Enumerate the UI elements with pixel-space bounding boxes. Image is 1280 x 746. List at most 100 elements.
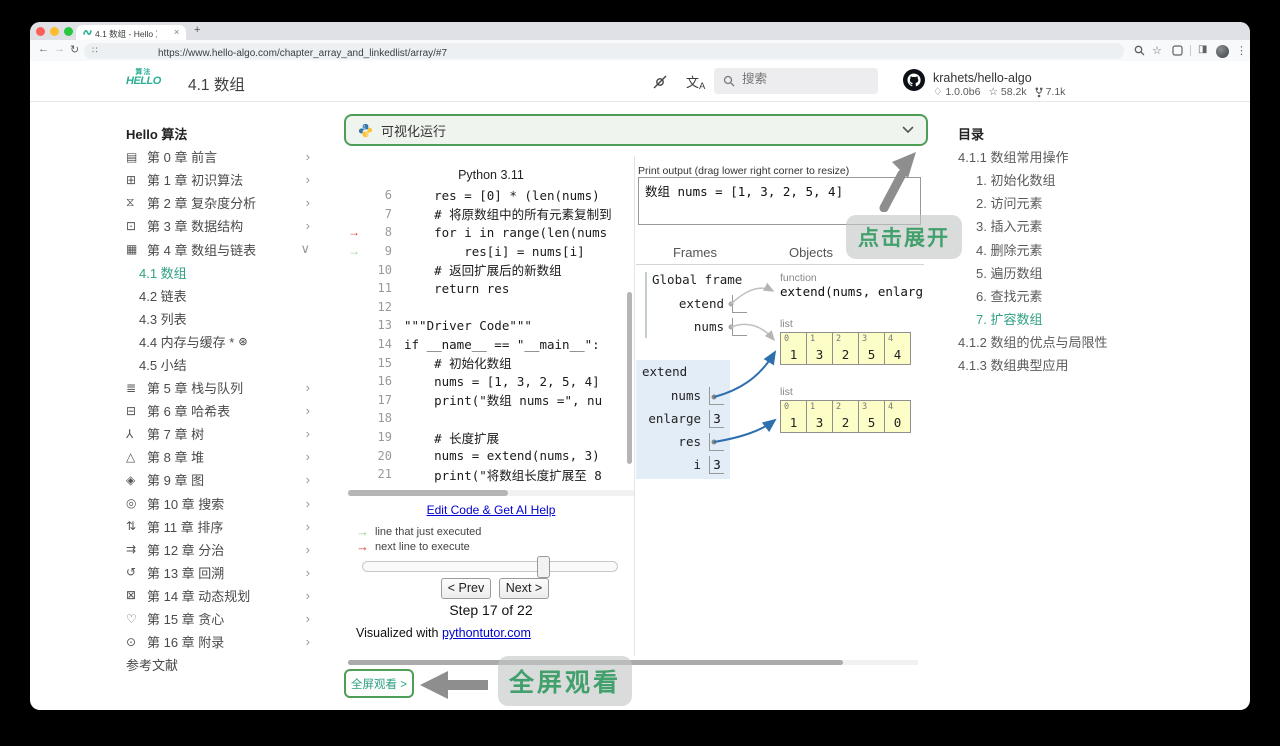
sidebar-item-ch2[interactable]: ⧖ 第 2 章 复杂度分析 ›	[126, 191, 312, 214]
sidebar-item-ch16[interactable]: ⊙ 第 16 章 附录 ›	[126, 630, 312, 653]
sidebar-item-ch15[interactable]: ♡ 第 15 章 贪心 ›	[126, 607, 312, 630]
book-icon: ▤	[126, 149, 138, 164]
chevron-right-icon: ›	[305, 495, 310, 511]
translate-icon[interactable]: 文A	[686, 72, 705, 92]
sidebar-item-ch3[interactable]: ⊡ 第 3 章 数据结构 ›	[126, 214, 312, 237]
python-icon	[358, 123, 373, 137]
sidebar-item-4-5[interactable]: 4.5 小结	[126, 353, 312, 376]
just-executed-arrow-icon: →	[348, 244, 360, 259]
tag-icon: ♢	[933, 86, 943, 98]
tree-icon: ⅄	[126, 426, 134, 441]
array-cell: 22	[832, 400, 859, 433]
minimize-window-button[interactable]	[50, 27, 59, 36]
toc-item-4-1-1[interactable]: 4.1.1 数组常用操作	[958, 145, 1213, 168]
search-chapter-icon: ◎	[126, 496, 137, 511]
left-arrow-annotation	[420, 671, 488, 699]
search-box[interactable]	[714, 68, 878, 94]
runtime-label: Python 3.11	[458, 168, 524, 182]
toc-item-traverse[interactable]: 5. 遍历数组	[958, 261, 1213, 284]
forward-button[interactable]: →	[54, 43, 65, 55]
bookmark-star-icon[interactable]: ☆	[1152, 44, 1162, 57]
hello-algo-logo[interactable]: 算法 HELLO	[126, 69, 161, 87]
value-cell: 3	[709, 409, 724, 428]
appendix-icon: ⊙	[126, 634, 137, 649]
sidebar-item-ch14[interactable]: ⊠ 第 14 章 动态规划 ›	[126, 584, 312, 607]
frames-header: Frames	[672, 245, 718, 260]
sidebar-item-4-4[interactable]: 4.4 内存与缓存 * ⊛	[126, 330, 312, 353]
theme-toggle-icon[interactable]	[652, 74, 668, 90]
new-tab-button[interactable]: +	[194, 24, 200, 36]
visual-run-panel-header[interactable]: 可视化运行	[344, 114, 928, 146]
close-window-button[interactable]	[36, 27, 45, 36]
chevron-right-icon: ›	[305, 634, 310, 650]
side-panel-icon[interactable]: ◨	[1198, 44, 1207, 55]
site-info-icon[interactable]: ∷	[92, 45, 98, 56]
sidebar-item-ch10[interactable]: ◎ 第 10 章 搜索 ›	[126, 492, 312, 515]
pythontutor-link[interactable]: pythontutor.com	[442, 626, 531, 640]
step-slider-handle[interactable]	[537, 556, 550, 578]
github-logo[interactable]	[903, 69, 925, 91]
stack-icon: ≣	[126, 380, 137, 395]
cursor-arrow-annotation	[879, 152, 916, 212]
sidebar-item-ch8[interactable]: △ 第 8 章 堆 ›	[126, 445, 312, 468]
code-horizontal-scrollbar[interactable]	[348, 490, 508, 496]
sidebar-item-ch13[interactable]: ↺ 第 13 章 回溯 ›	[126, 561, 312, 584]
prev-button[interactable]: < Prev	[441, 578, 491, 599]
extensions-icon[interactable]	[1172, 45, 1183, 56]
legend-just-executed: → line that just executed	[356, 524, 482, 539]
value-cell: 3	[709, 455, 724, 474]
profile-avatar[interactable]	[1216, 44, 1229, 58]
panel-title: 可视化运行	[381, 123, 447, 139]
legend-next-line: → next line to execute	[356, 539, 470, 554]
sidebar-item-4-3[interactable]: 4.3 列表	[126, 307, 312, 330]
browser-menu-icon[interactable]: ⋮	[1236, 44, 1247, 57]
sidebar-item-ch6[interactable]: ⊟ 第 6 章 哈希表 ›	[126, 399, 312, 422]
chevron-right-icon: ›	[305, 541, 310, 557]
fullscreen-link[interactable]: 全屏观看 >	[344, 669, 414, 698]
sidebar-item-ch7[interactable]: ⅄ 第 7 章 树 ›	[126, 422, 312, 445]
chevron-right-icon: ›	[305, 587, 310, 603]
toc-item-find[interactable]: 6. 查找元素	[958, 284, 1213, 307]
repo-name[interactable]: krahets/hello-algo	[933, 71, 1032, 85]
toc-item-init[interactable]: 1. 初始化数组	[958, 168, 1213, 191]
zoom-window-button[interactable]	[64, 27, 73, 36]
toc-item-access[interactable]: 2. 访问元素	[958, 191, 1213, 214]
back-button[interactable]: ←	[38, 43, 49, 55]
toc-item-4-1-2[interactable]: 4.1.2 数组的优点与局限性	[958, 330, 1213, 353]
sidebar-item-ch5[interactable]: ≣ 第 5 章 栈与队列 ›	[126, 376, 312, 399]
sidebar-item-ch1[interactable]: ⊞ 第 1 章 初识算法 ›	[126, 168, 312, 191]
reload-button[interactable]: ↻	[70, 43, 79, 56]
sidebar-item-ch4[interactable]: ▦ 第 4 章 数组与链表 ∨	[126, 237, 312, 260]
step-slider-track[interactable]	[362, 561, 618, 572]
toc-item-remove[interactable]: 4. 删除元素	[958, 237, 1213, 260]
chevron-right-icon: ›	[305, 195, 310, 211]
toc-item-4-1-3[interactable]: 4.1.3 数组典型应用	[958, 353, 1213, 376]
code-vertical-scrollbar[interactable]	[627, 292, 632, 464]
sidebar-item-4-2[interactable]: 4.2 链表	[126, 284, 312, 307]
address-bar[interactable]: ∷ https://www.hello-algo.com/chapter_arr…	[84, 43, 1124, 59]
search-input[interactable]	[742, 72, 870, 86]
chevron-right-icon: ›	[305, 611, 310, 627]
sidebar-item-ch11[interactable]: ⇅ 第 11 章 排序 ›	[126, 515, 312, 538]
pointer-cell	[732, 317, 747, 336]
structure-icon: ⊡	[126, 218, 137, 233]
zoom-page-icon[interactable]	[1134, 45, 1145, 56]
array-cell: 35	[858, 400, 885, 433]
sidebar-item-ch0[interactable]: ▤ 第 0 章 前言 ›	[126, 145, 312, 168]
hourglass-icon: ⧖	[126, 195, 135, 210]
sidebar-item-ch9[interactable]: ◈ 第 9 章 图 ›	[126, 468, 312, 491]
sidebar-item-4-1[interactable]: 4.1 数组	[126, 261, 312, 284]
sidebar-item-ch12[interactable]: ⇉ 第 12 章 分治 ›	[126, 538, 312, 561]
sidebar-item-references[interactable]: 参考文献	[126, 653, 312, 676]
browser-tab-strip: 4.1 数组 - Hello 算法 × +	[30, 22, 1250, 40]
toc-item-expand[interactable]: 7. 扩容数组	[958, 307, 1213, 330]
extend-frame: extend nums enlarge 3 res i3	[636, 360, 730, 479]
frames-header-divider	[636, 264, 924, 265]
toc-item-insert[interactable]: 3. 插入元素	[958, 214, 1213, 237]
edit-code-link[interactable]: Edit Code & Get AI Help	[427, 503, 556, 517]
chevron-down-icon[interactable]	[902, 126, 914, 134]
browser-tab[interactable]: 4.1 数组 - Hello 算法 ×	[76, 25, 186, 40]
page-title: 4.1 数组	[188, 77, 245, 94]
close-tab-icon[interactable]: ×	[174, 27, 179, 37]
next-button[interactable]: Next >	[499, 578, 549, 599]
